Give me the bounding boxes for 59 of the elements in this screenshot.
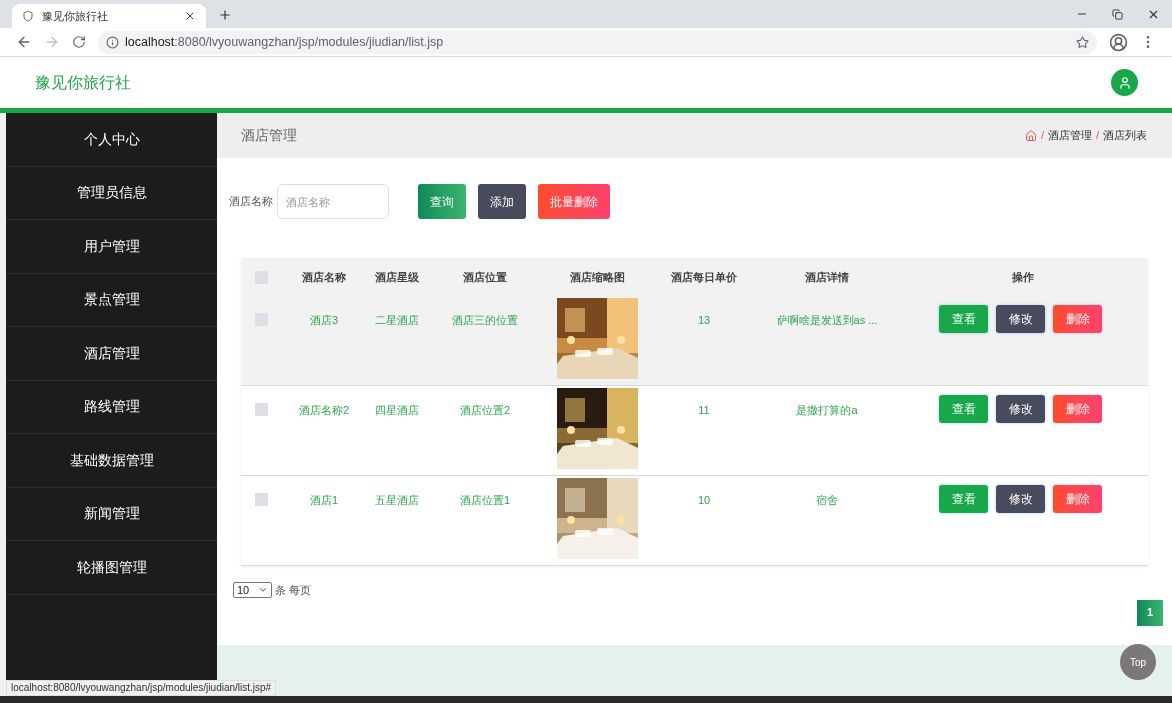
checkbox[interactable] [254,403,268,416]
table-cell-text: 五星酒店 [375,493,419,508]
column-header: 酒店位置 [463,269,507,285]
restore-icon[interactable] [1112,8,1123,20]
column-header: 酒店名称 [302,269,346,285]
add-button[interactable]: 添加 [478,184,526,219]
table-row[interactable]: 酒店3 二星酒店 酒店三的位置 13 萨啊啥是发送到as ... 查看 修改 删除 [241,296,1148,386]
breadcrumb-link[interactable]: 酒店管理 [1047,127,1092,144]
edit-button[interactable]: 修改 [996,395,1045,423]
table-cell-text: 10 [697,493,711,508]
breadcrumb-separator: / [1040,128,1044,144]
bookmark-star-icon[interactable] [1076,35,1089,49]
close-icon[interactable] [184,10,196,22]
table-row[interactable]: 酒店1 五星酒店 酒店位置1 10 宿舍 查看 修改 删除 [241,476,1148,566]
table-cell-text: 酒店位置2 [459,403,511,418]
column-header: 酒店详情 [805,269,849,285]
browser-tab[interactable]: 豫见你旅行社 [12,4,206,28]
table-cell-text: 是撒打算的a [796,403,858,418]
table-cell-text: 11 [698,403,710,418]
account-icon[interactable] [1109,32,1128,52]
checkbox[interactable] [254,493,268,506]
info-icon [106,35,119,49]
column-header: 酒店每日单价 [671,269,737,285]
column-header: 酒店缩略图 [569,269,625,285]
edit-button[interactable]: 修改 [996,485,1045,513]
table-cell-text: 萨啊啥是发送到as ... [776,313,878,328]
new-tab-icon[interactable] [218,8,232,22]
table-cell-text: 四星酒店 [375,403,419,418]
url-text: localhost:8080/lvyouwangzhan/jsp/modules/jiudian/list.jsp [125,33,445,51]
address-bar[interactable]: localhost:8080/lvyouwangzhan/jsp/modules/jiudian/list.jsp [98,30,1097,54]
page-size-select[interactable]: 10 [233,582,272,599]
back-icon[interactable] [16,34,32,50]
user-icon [1117,75,1132,90]
forward-icon[interactable] [44,34,60,50]
table-cell-text: 13 [697,313,711,328]
edit-button[interactable]: 修改 [996,305,1045,333]
tab-title: 豫见你旅行社 [42,8,109,24]
page-title: 酒店管理 [241,126,298,145]
table-cell-text: 二星酒店 [375,313,419,328]
table-cell-text: 酒店位置1 [459,493,511,508]
shield-icon [22,10,34,22]
per-page-label: 条 每页 [275,583,312,598]
breadcrumb-separator: / [1095,128,1099,144]
table-cell-text: 酒店3 [309,313,339,328]
search-field[interactable]: 酒店名称 [277,184,389,219]
table-cell-text: 酒店1 [309,493,339,508]
user-avatar[interactable] [1111,69,1138,96]
column-header: 酒店星级 [375,269,419,285]
table-row[interactable]: 酒店名称2 四星酒店 酒店位置2 11 是撒打算的a 查看 修改 删除 [241,386,1148,476]
reload-icon[interactable] [72,35,86,49]
search-label: 酒店名称 [229,194,273,210]
status-url: localhost:8080/lvyouwangzhan/jsp/modules/jiudian/list.jsp# [6,680,277,696]
breadcrumb-link[interactable]: 酒店列表 [1103,127,1147,144]
table-cell-text: 酒店名称2 [298,403,350,418]
query-button[interactable]: 查询 [418,184,466,219]
column-header: 操作 [1011,269,1034,285]
home-icon[interactable] [1024,129,1037,142]
table-cell-text: 酒店三的位置 [452,313,518,328]
table-cell-text: 宿舍 [816,493,838,508]
